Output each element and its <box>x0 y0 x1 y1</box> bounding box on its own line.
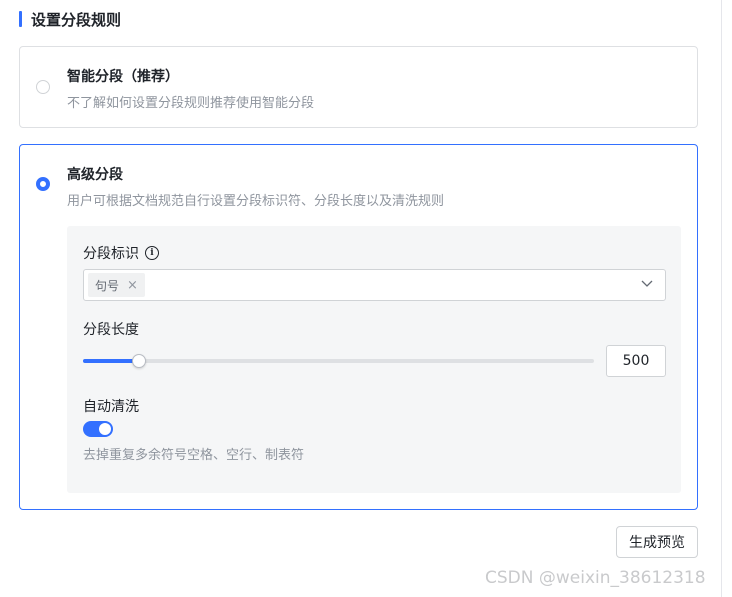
slider-fill <box>83 359 140 363</box>
section-title-text: 设置分段规则 <box>31 10 122 29</box>
toggle-knob <box>99 423 111 435</box>
section-title: 设置分段规则 <box>19 9 121 29</box>
advanced-settings-panel: 分段标识 i 句号 × 分段长度 500 自动清洗 去掉重复多余符号空格、空行、… <box>67 226 681 493</box>
auto-clean-toggle[interactable] <box>83 421 113 437</box>
radio-smart[interactable] <box>36 80 50 94</box>
slider-thumb[interactable] <box>132 354 147 368</box>
title-accent-bar <box>19 11 22 27</box>
option-description: 不了解如何设置分段规则推荐使用智能分段 <box>67 96 315 111</box>
option-title: 智能分段（推荐） <box>67 69 179 85</box>
option-card-advanced[interactable]: 高级分段 用户可根据文档规范自行设置分段标识符、分段长度以及清洗规则 分段标识 … <box>19 144 698 510</box>
separator-select[interactable]: 句号 × <box>83 269 666 301</box>
watermark: CSDN @weixin_38612318 <box>485 568 706 588</box>
option-title: 高级分段 <box>67 167 123 183</box>
separator-label: 分段标识 i <box>83 243 159 263</box>
separator-tag: 句号 × <box>88 273 145 297</box>
length-label: 分段长度 <box>83 319 139 339</box>
length-input[interactable]: 500 <box>606 345 666 377</box>
option-card-smart[interactable]: 智能分段（推荐） 不了解如何设置分段规则推荐使用智能分段 <box>19 46 698 128</box>
length-slider[interactable] <box>83 354 594 368</box>
separator-tag-label: 句号 <box>95 278 120 293</box>
chevron-down-icon[interactable] <box>641 280 653 288</box>
clean-label-text: 自动清洗 <box>83 399 139 415</box>
clean-label: 自动清洗 <box>83 396 139 416</box>
auto-clean-description: 去掉重复多余符号空格、空行、制表符 <box>83 448 305 463</box>
info-icon[interactable]: i <box>145 246 159 260</box>
radio-advanced[interactable] <box>36 177 50 191</box>
panel-divider <box>721 0 722 597</box>
generate-preview-button[interactable]: 生成预览 <box>616 526 698 558</box>
close-icon[interactable]: × <box>127 278 138 293</box>
segment-settings-page: 设置分段规则 智能分段（推荐） 不了解如何设置分段规则推荐使用智能分段 高级分段… <box>0 0 732 597</box>
length-label-text: 分段长度 <box>83 322 139 338</box>
option-description: 用户可根据文档规范自行设置分段标识符、分段长度以及清洗规则 <box>67 194 445 209</box>
separator-label-text: 分段标识 <box>83 246 139 262</box>
